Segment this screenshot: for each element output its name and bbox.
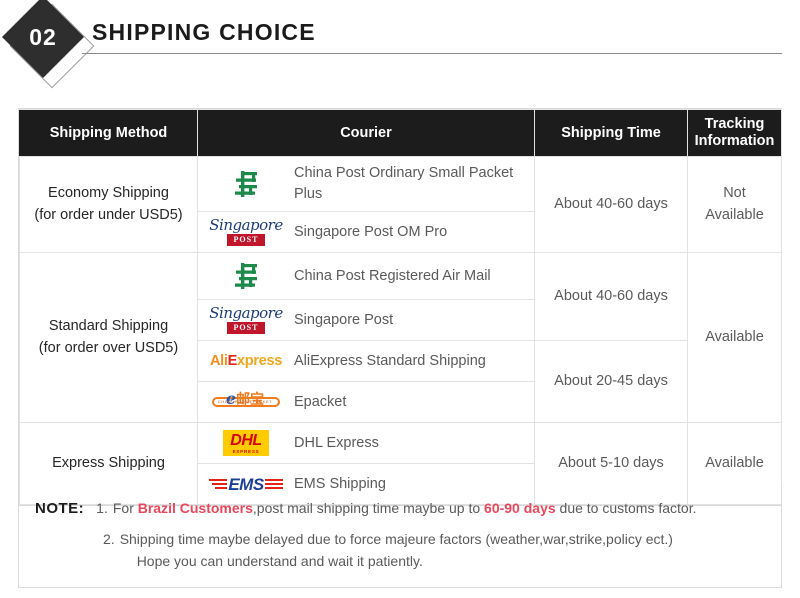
page-title: SHIPPING CHOICE	[92, 19, 316, 45]
method-line1: Standard Shipping	[48, 317, 169, 334]
note-item-1: NOTE: 1. For Brazil Customers,post mail …	[35, 497, 765, 520]
note-1-number: 1.	[96, 500, 108, 516]
epacket-logo: e邮宝 CHINA POST EPACKET	[198, 390, 294, 408]
note-1-pre: For	[112, 500, 138, 516]
singapore-post-box: POST	[226, 234, 266, 246]
header-divider	[82, 53, 782, 54]
note-item-2: 2. Shipping time maybe delayed due to fo…	[35, 529, 765, 572]
shipping-table-body: Economy Shipping (for order under USD5)	[19, 155, 782, 506]
column-header-time: Shipping Time	[534, 109, 688, 157]
table-row: Standard Shipping (for order over USD5)	[19, 252, 782, 424]
courier-name: DHL Express	[294, 434, 379, 451]
courier-name: China Post Registered Air Mail	[294, 267, 491, 284]
table-header-row: Shipping Method Courier Shipping Time Tr…	[19, 109, 782, 157]
note-label: NOTE:	[35, 500, 85, 517]
note-2-number: 2.	[103, 531, 115, 548]
singapore-post-script: Singapore	[209, 304, 283, 323]
note-section: NOTE: 1. For Brazil Customers,post mail …	[18, 485, 782, 588]
table-row: Economy Shipping (for order under USD5)	[19, 155, 782, 254]
shipping-time-value: About 40-60 days	[534, 252, 688, 342]
dhl-text: DHL	[230, 431, 262, 449]
table-row: Express Shipping DHL EXPRESS DHL Express…	[19, 422, 782, 506]
singapore-post-logo: Singapore POST	[198, 218, 294, 246]
column-header-method: Shipping Method	[19, 109, 198, 157]
note-2-line2: Hope you can understand and wait it pati…	[136, 552, 423, 569]
courier-cell: DHL EXPRESS DHL Express	[197, 422, 535, 465]
tracking-header-line1: Tracking	[704, 116, 765, 133]
china-post-logo	[198, 259, 294, 293]
note-1-text: For Brazil Customers,post mail shipping …	[113, 498, 697, 520]
tracking-line1: Not	[723, 184, 746, 201]
dhl-subtext: EXPRESS	[232, 448, 260, 454]
shipping-method-standard: Standard Shipping (for order over USD5)	[19, 252, 198, 424]
courier-name: China Post Ordinary Small Packet Plus	[294, 165, 514, 203]
method-line2: (for order over USD5)	[38, 339, 179, 356]
shipping-table: Shipping Method Courier Shipping Time Tr…	[19, 109, 782, 506]
aliexpress-part1: Ali	[210, 353, 228, 370]
note-1-post: due to customs factor.	[555, 500, 697, 516]
column-header-tracking: Tracking Information	[687, 109, 782, 157]
section-header: 02 SHIPPING CHOICE	[0, 0, 800, 89]
note-2-text: Shipping time maybe delayed due to force…	[120, 529, 673, 572]
epacket-subtext: CHINA POST EPACKET	[217, 399, 273, 405]
note-1-highlight-brazil: Brazil Customers	[137, 500, 253, 516]
note-2-line1: Shipping time maybe delayed due to force…	[119, 531, 673, 548]
note-1-mid: ,post mail shipping time maybe up to	[252, 500, 485, 516]
tracking-header-line2: Information	[694, 133, 775, 149]
section-number: 02	[29, 23, 57, 50]
singapore-post-logo: Singapore POST	[198, 306, 294, 334]
courier-cell: China Post Ordinary Small Packet Plus	[197, 155, 535, 213]
shipping-table-container: Shipping Method Courier Shipping Time Tr…	[18, 108, 782, 507]
singapore-post-box: POST	[226, 322, 266, 334]
tracking-status: Not Available	[687, 155, 782, 254]
tracking-status: Available	[687, 252, 782, 424]
courier-cell: China Post Registered Air Mail	[197, 252, 535, 301]
note-1-highlight-days: 60-90 days	[484, 500, 556, 516]
shipping-time-value: About 20-45 days	[534, 340, 688, 424]
courier-cell: AliExpress AliExpress Standard Shipping	[197, 340, 535, 383]
courier-name: AliExpress Standard Shipping	[294, 352, 486, 369]
courier-name: Singapore Post OM Pro	[294, 223, 448, 240]
aliexpress-part2: E	[227, 353, 238, 370]
courier-name: Epacket	[294, 393, 347, 410]
tracking-line2: Available	[705, 206, 764, 223]
courier-cell: e邮宝 CHINA POST EPACKET Epacket	[197, 381, 535, 424]
column-header-courier: Courier	[197, 109, 535, 157]
aliexpress-part3: xpress	[237, 353, 282, 370]
method-line2: (for order under USD5)	[34, 206, 183, 223]
method-line1: Economy Shipping	[48, 184, 169, 201]
shipping-time-value: About 40-60 days	[534, 155, 688, 254]
shipping-method-economy: Economy Shipping (for order under USD5)	[19, 155, 198, 254]
courier-cell: Singapore POST Singapore Post OM Pro	[197, 211, 535, 254]
courier-name: Singapore Post	[294, 311, 394, 328]
courier-cell: Singapore POST Singapore Post	[197, 299, 535, 342]
singapore-post-script: Singapore	[209, 216, 283, 235]
dhl-logo: DHL EXPRESS	[198, 429, 294, 457]
china-post-logo	[198, 167, 294, 201]
aliexpress-logo: AliExpress	[198, 353, 294, 369]
